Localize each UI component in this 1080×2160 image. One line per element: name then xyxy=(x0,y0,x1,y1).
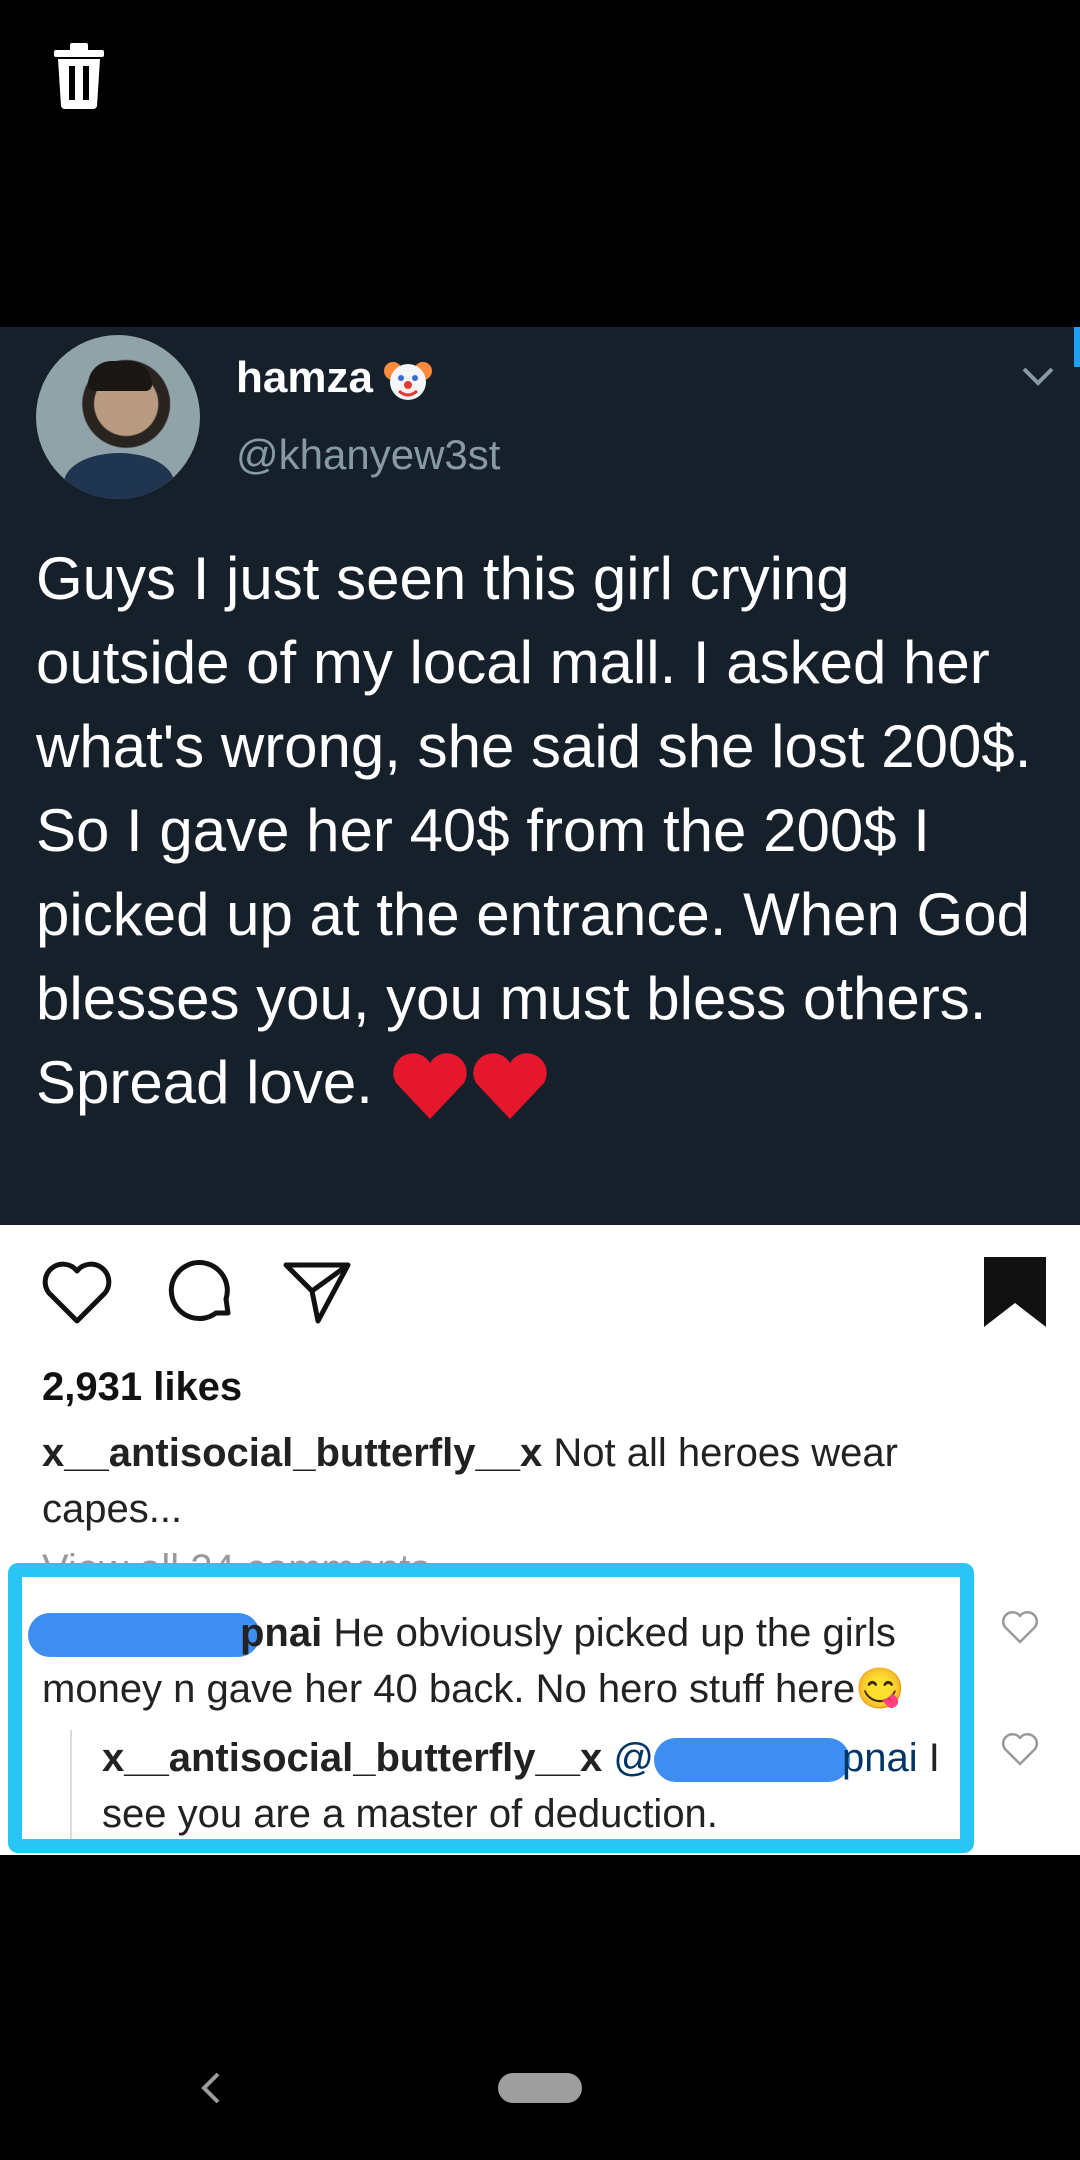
comment-username[interactable]: pnai xyxy=(240,1611,322,1655)
caption-username[interactable]: x__antisocial_butterfly__x xyxy=(42,1431,542,1475)
view-all-comments-link[interactable]: View all 24 comments xyxy=(42,1547,430,1569)
reply-comment: x__antisocial_butterfly__x @ pnai I see y… xyxy=(102,1730,942,1842)
chevron-down-icon[interactable] xyxy=(1018,361,1058,391)
redaction-mark xyxy=(653,1738,850,1783)
reply-mention[interactable]: @ pnai xyxy=(613,1736,918,1783)
tweet-text: Guys I just seen this girl crying outsid… xyxy=(36,537,1056,1125)
redaction-mark xyxy=(28,1613,260,1658)
trash-icon[interactable] xyxy=(50,42,108,110)
clown-emoji xyxy=(383,362,432,401)
viewer-top-bar xyxy=(0,0,1080,327)
comment-like-icon[interactable] xyxy=(1000,1608,1040,1648)
share-icon[interactable] xyxy=(280,1255,354,1329)
system-nav-bar xyxy=(0,1855,1080,2160)
reply-like-icon[interactable] xyxy=(1000,1730,1040,1770)
likes-count[interactable]: 2,931 likes xyxy=(42,1365,242,1410)
heart-emoji xyxy=(392,1053,547,1120)
tweet-author-name: hamza xyxy=(236,353,433,405)
reply-thread-line xyxy=(70,1730,72,1848)
tweet-handle: @khanyew3st xyxy=(236,431,501,478)
scroll-indicator xyxy=(1074,327,1080,367)
avatar xyxy=(36,335,200,499)
comment: pnai He obviously picked up the girls mo… xyxy=(28,1605,962,1717)
action-bar xyxy=(40,1255,1050,1335)
caption: x__antisocial_butterfly__x Not all heroe… xyxy=(42,1425,1002,1537)
tweet-card: hamza @khanyew3st Guys I just seen this … xyxy=(0,327,1080,1225)
like-icon[interactable] xyxy=(40,1255,114,1329)
reply-username[interactable]: x__antisocial_butterfly__x xyxy=(102,1736,602,1780)
back-icon[interactable] xyxy=(196,2068,226,2108)
instagram-post-footer: 2,931 likes x__antisocial_butterfly__x N… xyxy=(0,1225,1080,1855)
bookmark-icon[interactable] xyxy=(978,1255,1052,1329)
home-pill[interactable] xyxy=(498,2073,582,2103)
comment-icon[interactable] xyxy=(164,1255,238,1329)
